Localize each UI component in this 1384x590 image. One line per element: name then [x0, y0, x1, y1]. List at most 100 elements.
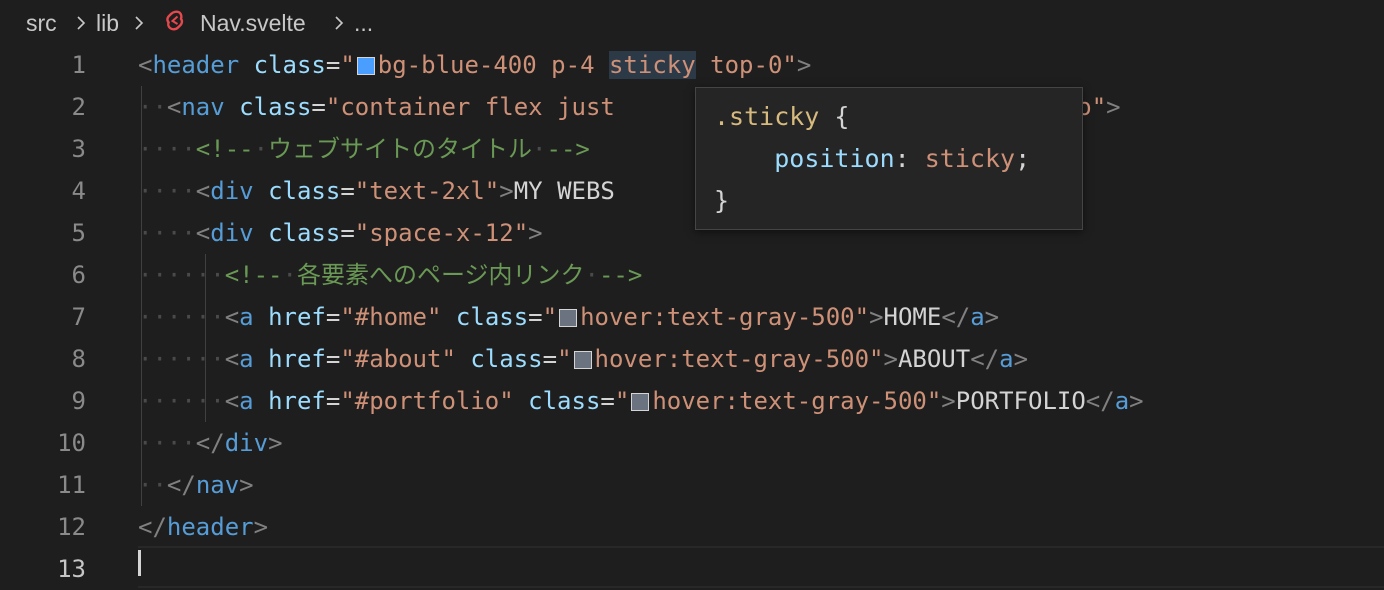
string-value: top-0": [710, 51, 797, 79]
code-line[interactable]: ····</div>: [138, 422, 283, 464]
equals-sign: =: [325, 387, 341, 415]
code-line[interactable]: ····<div class="text-2xl">MY WEBS: [138, 170, 615, 212]
string-value: ": [340, 51, 355, 79]
attribute-name: class: [268, 219, 341, 247]
equals-sign: =: [542, 345, 558, 373]
bracket: >: [239, 471, 254, 499]
string-value: sticky: [924, 144, 1016, 173]
bracket: >: [1106, 93, 1121, 121]
text-content: [714, 144, 774, 173]
code-line[interactable]: ··</nav>: [138, 464, 254, 506]
bracket: >: [984, 303, 1000, 331]
line-number: 10: [57, 429, 86, 457]
code-line[interactable]: ······<a href="#portfolio" class=" hover:…: [138, 380, 1144, 422]
string-value: ": [542, 303, 558, 331]
bracket: </: [166, 471, 196, 499]
breadcrumb-item-lib[interactable]: lib: [96, 9, 119, 37]
line-number: 11: [57, 471, 86, 499]
breadcrumb-item-more[interactable]: ...: [354, 9, 373, 37]
string-value: "space-x-12": [354, 219, 529, 247]
tooltip-line: }: [714, 180, 729, 222]
comment: <!--: [195, 135, 254, 163]
line-number: 7: [71, 303, 86, 331]
code-line[interactable]: ····<!--·ウェブサイトのタイトル·-->: [138, 128, 590, 170]
equals-sign: =: [325, 303, 341, 331]
bracket: >: [941, 387, 956, 415]
comment: -->: [546, 135, 590, 163]
attribute-name: class: [239, 93, 312, 121]
line-number: 4: [71, 177, 86, 205]
equals-sign: =: [340, 177, 355, 205]
whitespace: ··: [138, 93, 167, 121]
bracket: </: [195, 429, 225, 457]
equals-sign: =: [600, 387, 615, 415]
breadcrumb-item-file[interactable]: Nav.svelte: [200, 9, 306, 37]
whitespace: ······: [138, 345, 225, 373]
bracket: </: [941, 303, 971, 331]
code-line[interactable]: ······<!--·各要素へのページ内リンク·-->: [138, 254, 642, 296]
tag-name: nav: [195, 471, 240, 499]
attribute-name: href: [268, 303, 326, 331]
string-value: ": [557, 345, 572, 373]
bracket: <: [224, 345, 240, 373]
whitespace: ····: [138, 177, 196, 205]
color-swatch[interactable]: [573, 351, 592, 369]
attribute-name: class: [268, 177, 341, 205]
tag-name: a: [1114, 387, 1130, 415]
tooltip-line: .sticky {: [714, 96, 849, 138]
comment: 各要素へのページ内リンク: [296, 261, 585, 289]
tag-name: a: [999, 345, 1014, 373]
line-number: 1: [71, 51, 86, 79]
string-value: ": [614, 387, 630, 415]
whitespace: ·: [253, 135, 269, 163]
whitespace: ·: [584, 261, 599, 289]
breadcrumb-item-src[interactable]: src: [26, 9, 57, 37]
bracket: >: [528, 219, 543, 247]
text-content: }: [714, 186, 730, 215]
string-value: hover:text-gray-500": [580, 303, 870, 331]
line-number: 12: [57, 513, 86, 541]
code-line[interactable]: </header>: [138, 506, 268, 548]
code-line[interactable]: ····<div class="space-x-12">: [138, 212, 543, 254]
chevron-right-icon: [135, 16, 144, 30]
code-line[interactable]: ······<a href="#about" class=" hover:text…: [138, 338, 1028, 380]
line-number: 6: [71, 261, 86, 289]
color-swatch[interactable]: [559, 309, 578, 327]
text-content: PORTFOLIO: [955, 387, 1086, 415]
text-cursor: [138, 550, 141, 576]
string-value: hover:text-gray-500": [594, 345, 884, 373]
bracket: >: [869, 303, 884, 331]
string-value: flex: [484, 93, 543, 121]
bracket: <: [195, 177, 211, 205]
string-value: "#portfolio": [340, 387, 514, 415]
attribute-name: class: [455, 303, 529, 331]
tooltip-line: position: sticky;: [714, 138, 1030, 180]
hover-tooltip: .sticky { position: sticky;}: [695, 87, 1083, 230]
whitespace: ····: [138, 429, 196, 457]
color-swatch[interactable]: [631, 393, 650, 411]
code-line[interactable]: ······<a href="#home" class=" hover:text-…: [138, 296, 999, 338]
tag-name: div: [210, 177, 254, 205]
line-number: 5: [71, 219, 86, 247]
text-content: HOME: [883, 303, 942, 331]
tag-name: a: [970, 303, 985, 331]
bracket: <: [195, 219, 211, 247]
whitespace: ·: [532, 135, 547, 163]
string-value: "#about": [340, 345, 456, 373]
bracket: <: [224, 387, 240, 415]
text-content: ;: [1015, 144, 1031, 173]
line-number: 3: [71, 135, 86, 163]
string-value: bg-blue-400: [377, 51, 537, 79]
bracket: <: [224, 303, 240, 331]
code-line[interactable]: <header class=" bg-blue-400 p-4 sticky to…: [138, 44, 811, 86]
bracket: >: [796, 51, 812, 79]
color-swatch[interactable]: [356, 57, 375, 75]
whitespace: ····: [138, 135, 196, 163]
